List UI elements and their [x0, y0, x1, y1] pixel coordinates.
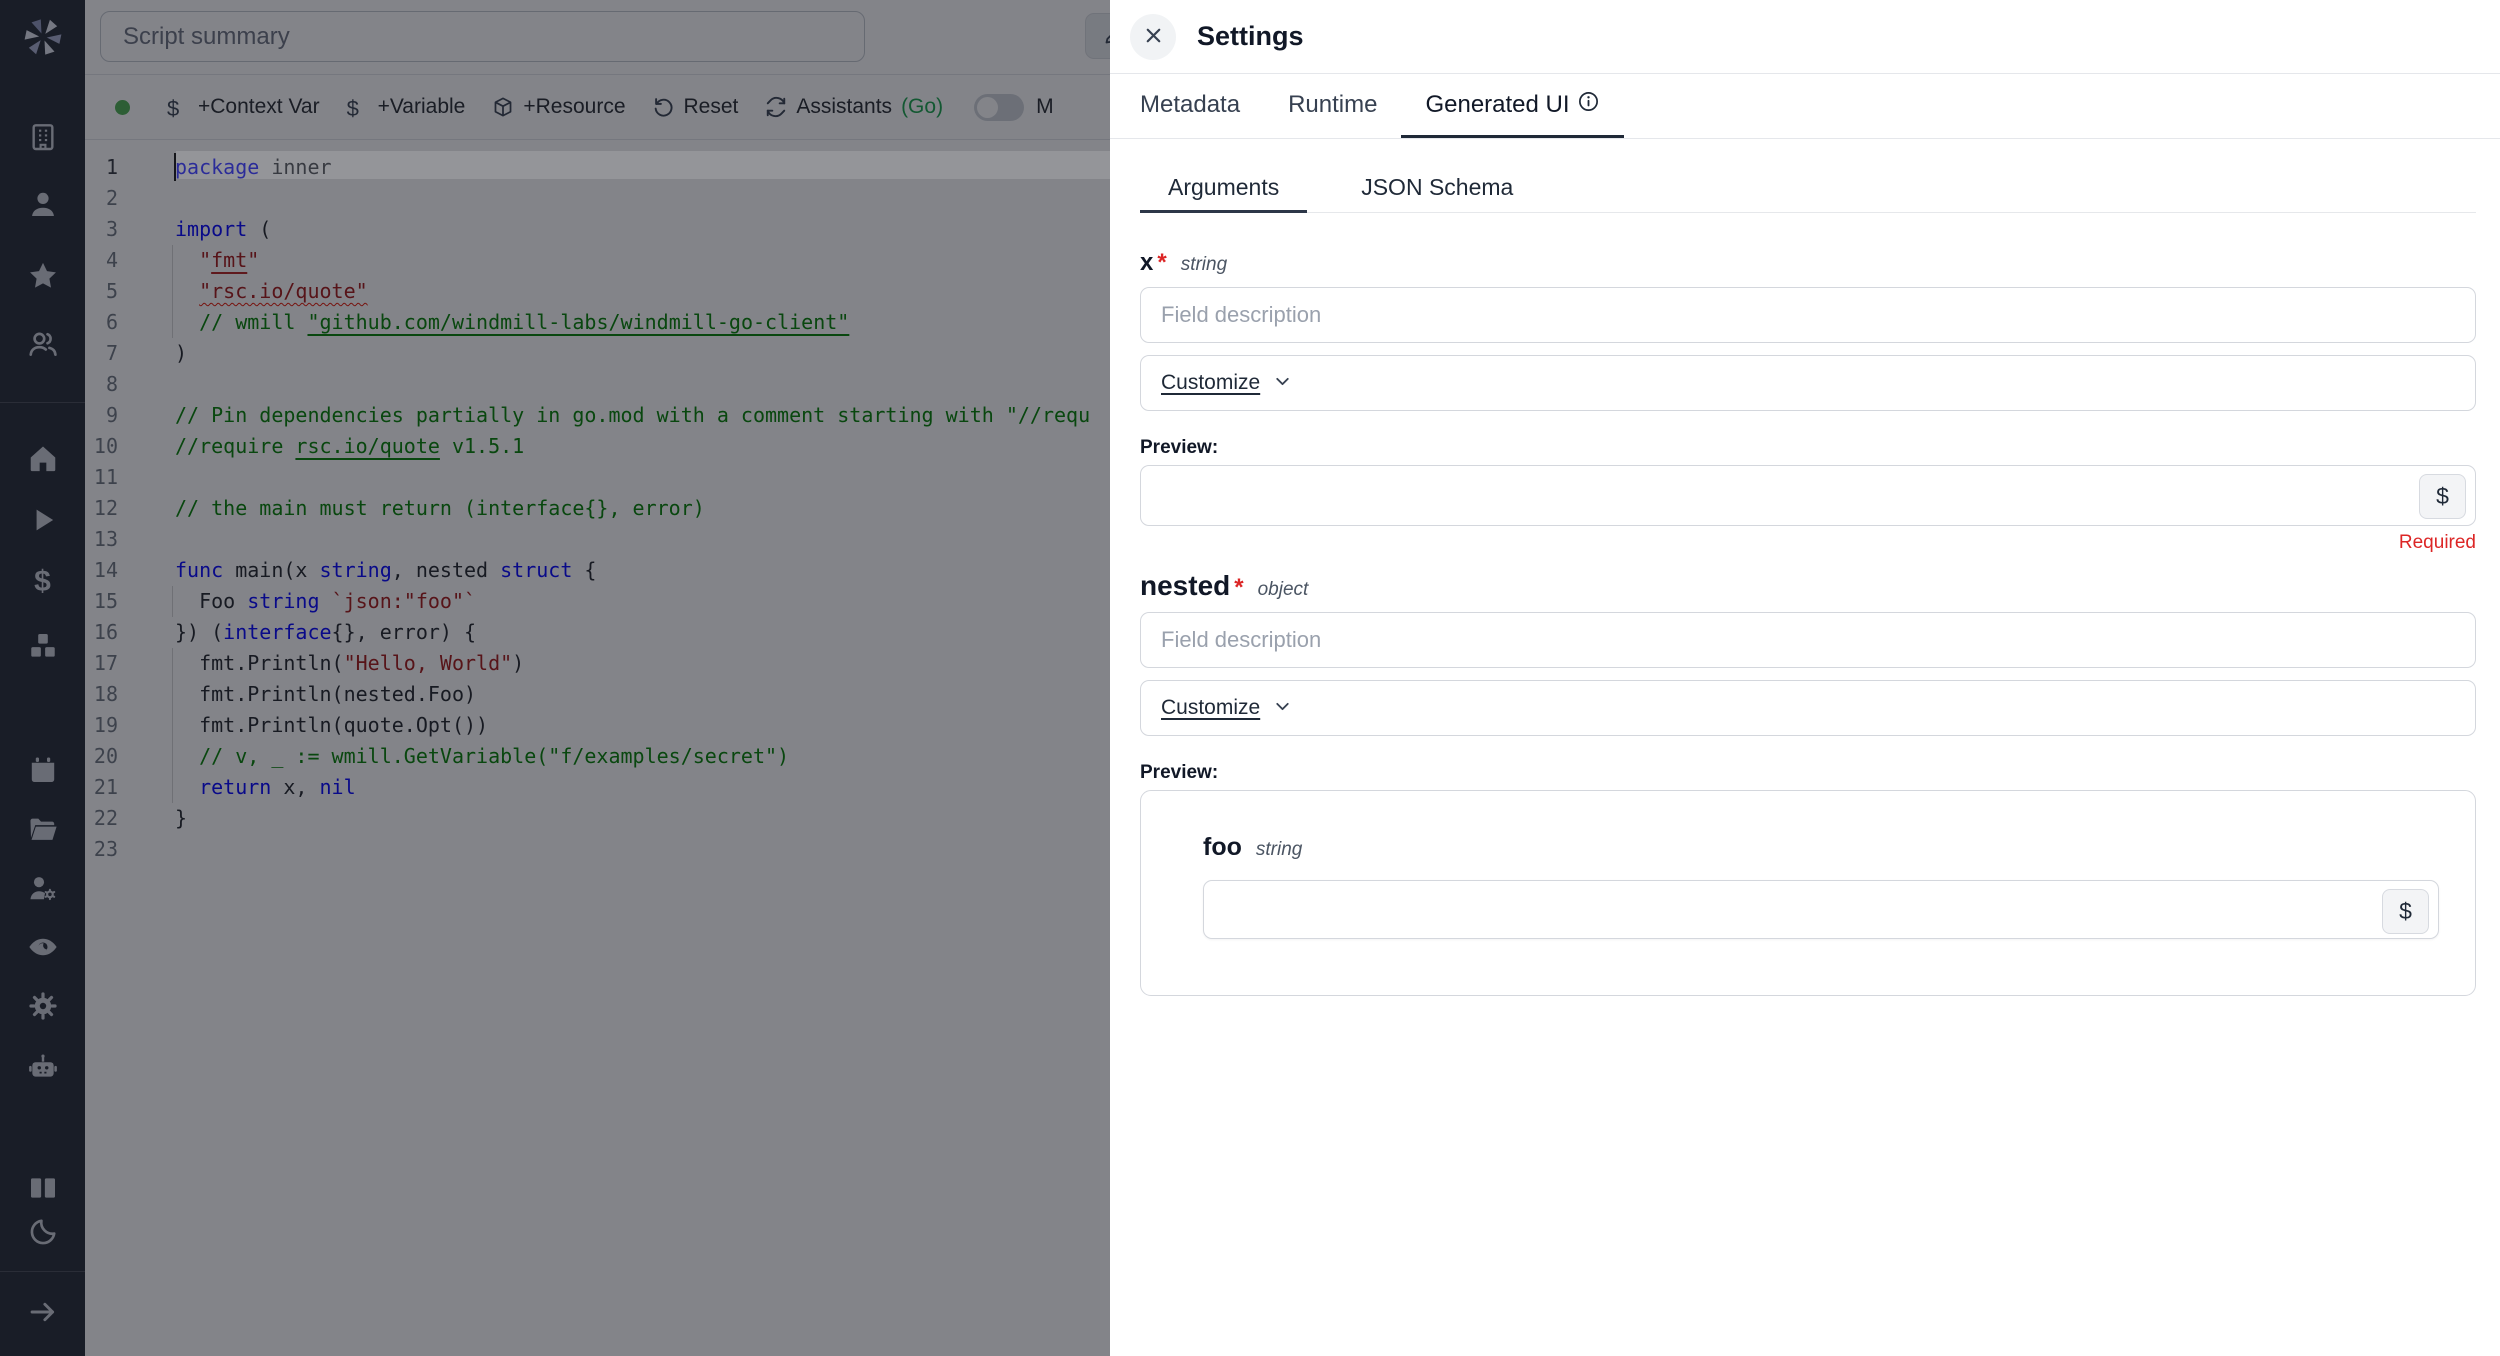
- child-property-name: foo: [1203, 833, 1242, 862]
- tab-runtime[interactable]: Runtime: [1264, 74, 1401, 138]
- argument-type: string: [1181, 254, 1227, 276]
- close-button[interactable]: [1130, 14, 1176, 60]
- nested-object-preview: foo string $: [1140, 790, 2476, 996]
- chevron-down-icon: [1272, 696, 1293, 720]
- settings-panel: Settings Metadata Runtime Generated UI A…: [1110, 0, 2500, 1356]
- windmill-script-editor: $ $+Context Var$+Variable+ResourceResetA…: [0, 0, 2500, 1356]
- required-asterisk: *: [1234, 574, 1243, 602]
- modal-backdrop[interactable]: [0, 0, 1110, 1356]
- preview-field-foo: $: [1203, 880, 2439, 939]
- required-asterisk: *: [1157, 249, 1166, 277]
- argument-section-nested: nested * object Customize Preview: foo s…: [1140, 570, 2476, 996]
- settings-tabs: Metadata Runtime Generated UI: [1110, 74, 2500, 139]
- generated-ui-content: Arguments JSON Schema x * string Customi…: [1110, 165, 2500, 996]
- variable-picker-button[interactable]: $: [2382, 889, 2429, 934]
- settings-header: Settings: [1110, 0, 2500, 74]
- chevron-down-icon: [1272, 371, 1293, 395]
- argument-section-x: x * string Customize Preview: $: [1140, 249, 2476, 554]
- subtab-arguments[interactable]: Arguments: [1140, 165, 1307, 213]
- argument-name: x: [1140, 249, 1153, 277]
- preview-label: Preview:: [1140, 437, 2476, 459]
- dollar-icon: $: [2436, 483, 2449, 510]
- field-description-input[interactable]: [1140, 287, 2476, 343]
- preview-label: Preview:: [1140, 762, 2476, 784]
- argument-name: nested: [1140, 570, 1230, 602]
- preview-input-foo[interactable]: [1204, 881, 2438, 938]
- current-line-highlight: [176, 151, 1110, 179]
- field-description-input[interactable]: [1140, 612, 2476, 668]
- argument-type: object: [1258, 579, 1309, 601]
- close-icon: [1142, 24, 1165, 50]
- variable-picker-button[interactable]: $: [2419, 474, 2466, 519]
- subtab-json-schema[interactable]: JSON Schema: [1333, 165, 1541, 213]
- tab-generated-ui[interactable]: Generated UI: [1401, 74, 1623, 138]
- preview-field-x: $: [1140, 465, 2476, 526]
- child-property-type: string: [1256, 839, 1302, 861]
- schema-subtabs: Arguments JSON Schema: [1140, 165, 2476, 213]
- customize-expander[interactable]: Customize: [1140, 680, 2476, 736]
- required-message: Required: [1140, 532, 2476, 554]
- dollar-icon: $: [2399, 898, 2412, 925]
- settings-title: Settings: [1197, 21, 1304, 52]
- preview-input-x[interactable]: [1141, 466, 2475, 525]
- tab-metadata[interactable]: Metadata: [1116, 74, 1264, 138]
- customize-expander[interactable]: Customize: [1140, 355, 2476, 411]
- info-icon: [1577, 90, 1600, 120]
